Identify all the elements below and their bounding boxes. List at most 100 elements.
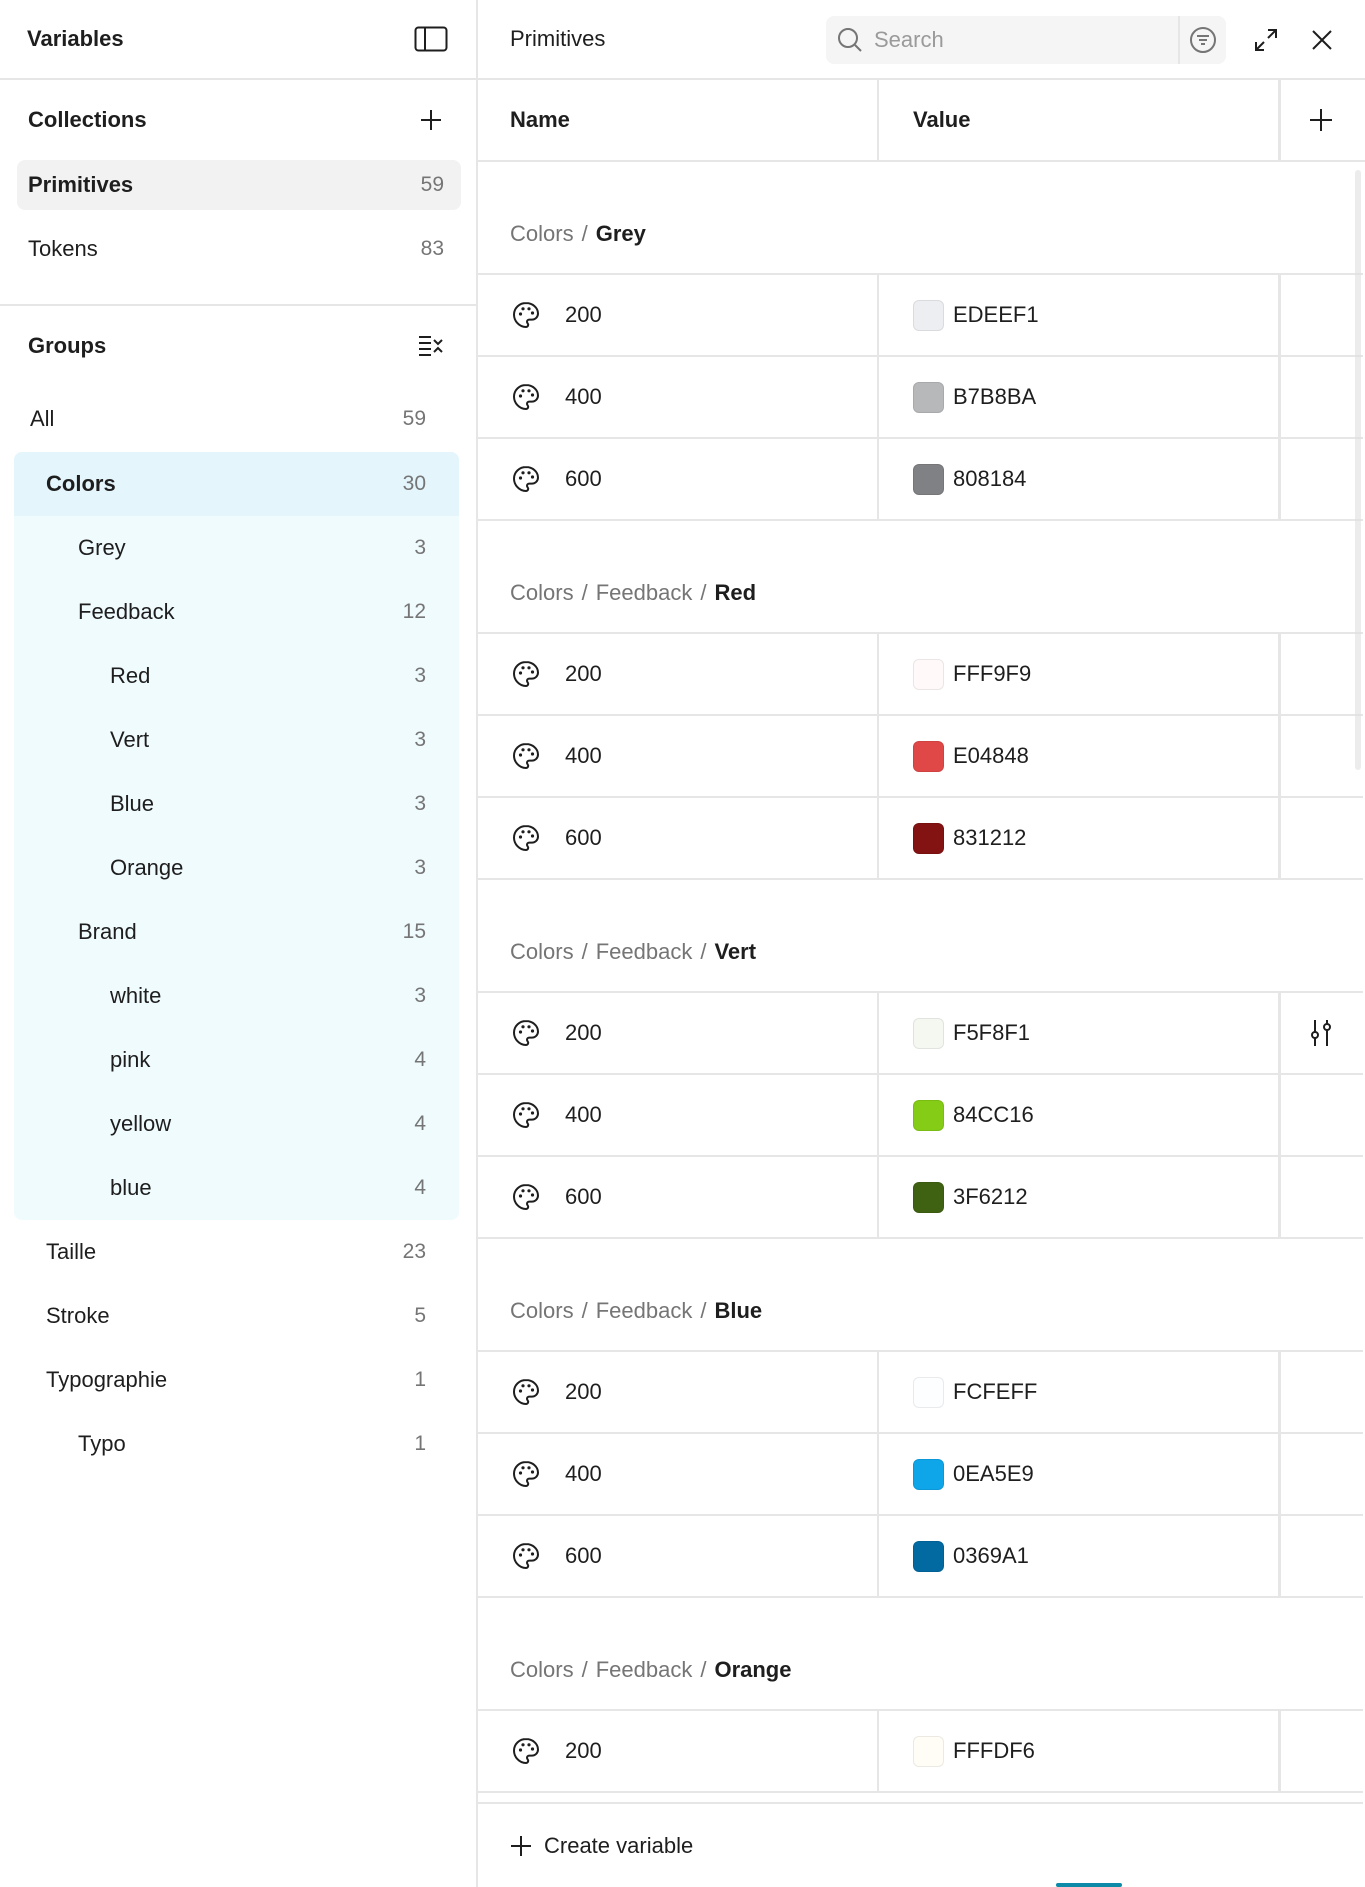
variable-name-cell[interactable]: 400 [478,1075,879,1155]
variable-value-cell[interactable]: E04848 [879,716,1281,796]
group-path-segment[interactable]: Colors [510,939,574,965]
table-row[interactable]: 600 0369A1 [478,1516,1363,1598]
variable-name-cell[interactable]: 400 [478,357,879,437]
table-row[interactable]: 200 F5F8F1 [478,993,1363,1075]
variable-name-cell[interactable]: 200 [478,275,879,355]
variable-name-cell[interactable]: 200 [478,1711,879,1791]
group-item-taille[interactable]: Taille 23 [14,1220,459,1284]
color-swatch[interactable] [913,1376,944,1408]
collection-item-tokens[interactable]: Tokens 83 [17,224,461,274]
color-swatch[interactable] [913,299,944,331]
variable-name-cell[interactable]: 600 [478,1157,879,1237]
row-action-cell[interactable] [1281,275,1361,355]
row-action-cell[interactable] [1281,798,1361,878]
row-action-cell[interactable] [1281,1711,1361,1791]
row-action-cell[interactable] [1281,357,1361,437]
group-item-brand[interactable]: Brand 15 [14,900,459,964]
group-item-white[interactable]: white 3 [14,964,459,1028]
sidebar-toggle-icon[interactable] [411,19,451,59]
color-swatch[interactable] [913,381,944,413]
table-row[interactable]: 600 808184 [478,439,1363,521]
table-row[interactable]: 200 EDEEF1 [478,275,1363,357]
color-swatch[interactable] [913,1099,944,1131]
group-item-vert[interactable]: Vert 3 [14,708,459,772]
color-swatch[interactable] [913,1017,944,1049]
row-action-cell[interactable] [1281,1075,1361,1155]
group-item-yellow[interactable]: yellow 4 [14,1092,459,1156]
group-item-orange[interactable]: Orange 3 [14,836,459,900]
search-input[interactable] [874,18,1178,62]
variable-value-cell[interactable]: FFFDF6 [879,1711,1281,1791]
column-header-value[interactable]: Value [879,80,1281,160]
color-swatch[interactable] [913,740,944,772]
group-path-segment[interactable]: Feedback [596,1657,693,1683]
table-row[interactable]: 400 E04848 [478,716,1363,798]
variable-value-cell[interactable]: EDEEF1 [879,275,1281,355]
row-action-cell[interactable] [1281,1157,1361,1237]
variable-value-cell[interactable]: 84CC16 [879,1075,1281,1155]
filter-icon[interactable] [1178,16,1226,64]
table-row[interactable]: 200 FFFDF6 [478,1711,1363,1793]
variable-name-cell[interactable]: 200 [478,1352,879,1432]
sliders-icon[interactable] [1305,1017,1337,1049]
group-item-stroke[interactable]: Stroke 5 [14,1284,459,1348]
group-path-segment[interactable]: Colors [510,1657,574,1683]
add-collection-icon[interactable] [411,100,451,140]
variable-name-cell[interactable]: 600 [478,1516,879,1596]
create-variable-button[interactable]: Create variable [478,1802,1363,1887]
collapse-groups-icon[interactable] [411,326,451,366]
scrollbar[interactable] [1355,170,1361,770]
variable-name-cell[interactable]: 200 [478,993,879,1073]
group-path-segment[interactable]: Colors [510,1298,574,1324]
add-mode-icon[interactable] [1281,80,1361,160]
variable-value-cell[interactable]: 0369A1 [879,1516,1281,1596]
variable-name-cell[interactable]: 400 [478,716,879,796]
variable-value-cell[interactable]: B7B8BA [879,357,1281,437]
row-action-cell[interactable] [1281,716,1361,796]
variable-name-cell[interactable]: 600 [478,439,879,519]
variable-name-cell[interactable]: 600 [478,798,879,878]
group-item-colors[interactable]: Colors 30 [14,452,459,516]
variable-name-cell[interactable]: 400 [478,1434,879,1514]
table-row[interactable]: 200 FFF9F9 [478,634,1363,716]
table-row[interactable]: 200 FCFEFF [478,1352,1363,1434]
color-swatch[interactable] [913,822,944,854]
group-path-segment[interactable]: Feedback [596,1298,693,1324]
group-path-segment[interactable]: Colors [510,580,574,606]
color-swatch[interactable] [913,1181,944,1213]
variable-value-cell[interactable]: FFF9F9 [879,634,1281,714]
group-item-grey[interactable]: Grey 3 [14,516,459,580]
color-swatch[interactable] [913,1735,944,1767]
column-header-name[interactable]: Name [478,80,879,160]
row-action-cell[interactable] [1281,1434,1361,1514]
table-row[interactable]: 400 0EA5E9 [478,1434,1363,1516]
group-item-all[interactable]: All 59 [14,386,459,452]
table-row[interactable]: 400 B7B8BA [478,357,1363,439]
group-item-feedback[interactable]: Feedback 12 [14,580,459,644]
group-path-segment[interactable]: Feedback [596,939,693,965]
variable-value-cell[interactable]: 808184 [879,439,1281,519]
table-row[interactable]: 400 84CC16 [478,1075,1363,1157]
expand-icon[interactable] [1246,20,1286,60]
group-path-segment[interactable]: Feedback [596,580,693,606]
variable-value-cell[interactable]: FCFEFF [879,1352,1281,1432]
color-swatch[interactable] [913,658,944,690]
group-item-blue[interactable]: Blue 3 [14,772,459,836]
group-item-brand-blue[interactable]: blue 4 [14,1156,459,1220]
table-row[interactable]: 600 3F6212 [478,1157,1363,1239]
group-item-typographie[interactable]: Typographie 1 [14,1348,459,1412]
row-action-cell[interactable] [1281,1516,1361,1596]
color-swatch[interactable] [913,1458,944,1490]
variable-value-cell[interactable]: 831212 [879,798,1281,878]
group-item-red[interactable]: Red 3 [14,644,459,708]
group-item-pink[interactable]: pink 4 [14,1028,459,1092]
color-swatch[interactable] [913,463,944,495]
collection-item-primitives[interactable]: Primitives 59 [17,160,461,210]
row-action-cell[interactable] [1281,634,1361,714]
variable-name-cell[interactable]: 200 [478,634,879,714]
color-swatch[interactable] [913,1540,944,1572]
group-path-segment[interactable]: Colors [510,221,574,247]
variable-value-cell[interactable]: 0EA5E9 [879,1434,1281,1514]
close-icon[interactable] [1302,20,1342,60]
variable-value-cell[interactable]: F5F8F1 [879,993,1281,1073]
